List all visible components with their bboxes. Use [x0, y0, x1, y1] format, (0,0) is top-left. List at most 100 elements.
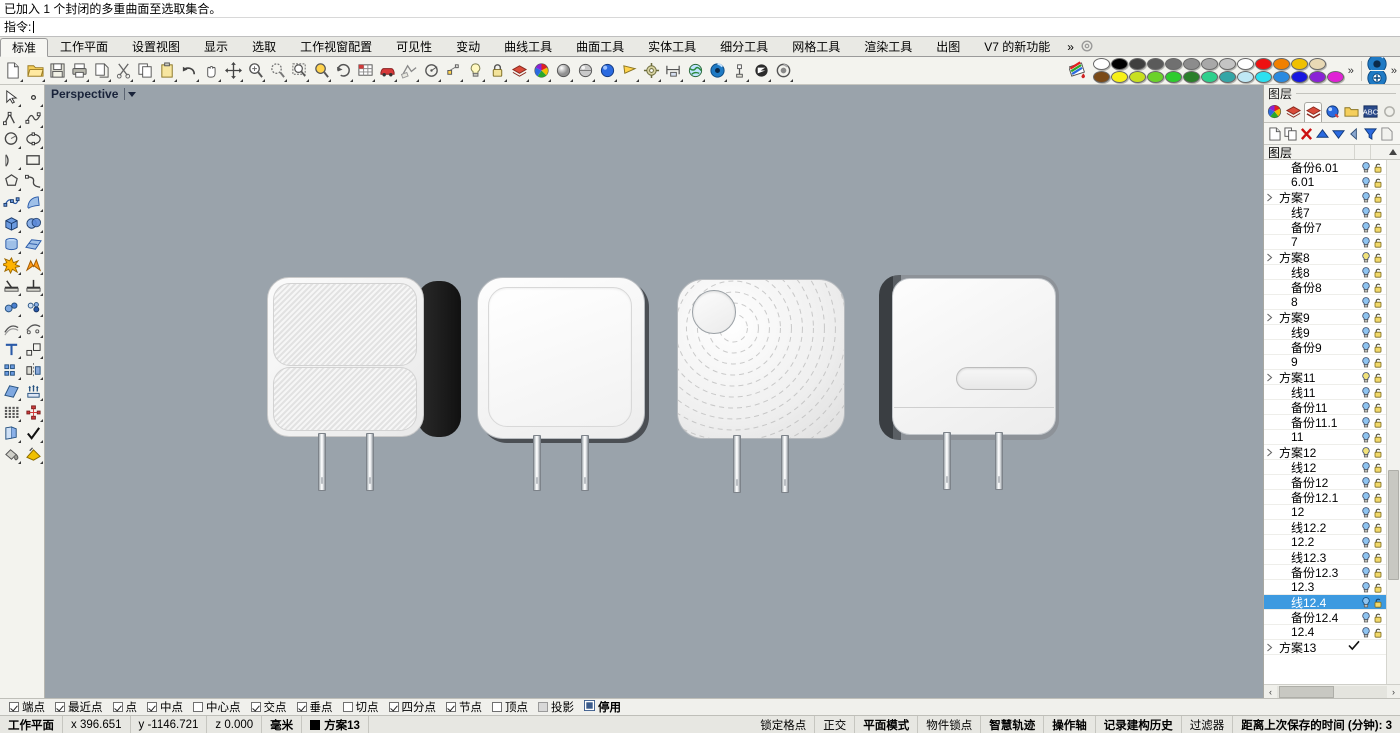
osnap-2[interactable]: 点: [108, 699, 143, 715]
color-swatch[interactable]: [1237, 58, 1254, 70]
save-icon[interactable]: [46, 59, 68, 83]
osnap-7[interactable]: 切点: [338, 699, 384, 715]
layer-lock-icon[interactable]: [1373, 342, 1382, 352]
render-toolbar-overflow-button[interactable]: »: [1391, 65, 1400, 77]
offset-surface-icon[interactable]: [22, 318, 44, 339]
layer-lock-icon[interactable]: [1373, 567, 1382, 577]
render-mode-icon[interactable]: [1365, 57, 1389, 70]
osnap-6[interactable]: 垂点: [292, 699, 338, 715]
extrude-icon[interactable]: [22, 381, 44, 402]
copy-to-clipboard-icon[interactable]: [90, 59, 112, 83]
color-wheel-icon[interactable]: [530, 59, 552, 83]
layer-lock-icon[interactable]: [1373, 582, 1382, 592]
layer-lock-icon[interactable]: [1373, 387, 1382, 397]
color-swatch[interactable]: [1201, 71, 1218, 83]
layer-lock-icon[interactable]: [1373, 552, 1382, 562]
palette-overflow-button[interactable]: »: [1346, 65, 1356, 77]
color-swatch[interactable]: [1327, 71, 1344, 83]
layer-visibility-bulb-icon[interactable]: [1361, 417, 1370, 428]
paint-bucket-icon[interactable]: [0, 444, 22, 465]
layer-visibility-bulb-icon[interactable]: [1361, 477, 1370, 488]
check-object-icon[interactable]: [22, 423, 44, 444]
cut-icon[interactable]: [112, 59, 134, 83]
layer-visibility-bulb-icon[interactable]: [1361, 387, 1370, 398]
layer-lock-icon[interactable]: [1373, 282, 1382, 292]
menu-tab-14[interactable]: 出图: [924, 37, 972, 56]
status-toggle-6[interactable]: 记录建构历史: [1096, 716, 1182, 733]
circle-center-icon[interactable]: [420, 59, 442, 83]
osnap-4[interactable]: 中心点: [188, 699, 246, 715]
zoom-selected-icon[interactable]: [310, 59, 332, 83]
menu-overflow-button[interactable]: »: [1062, 37, 1079, 56]
layer-visibility-bulb-icon[interactable]: [1361, 522, 1370, 533]
color-picker-icon[interactable]: [1067, 59, 1091, 83]
color-swatch[interactable]: [1291, 58, 1308, 70]
layer-lock-icon[interactable]: [1373, 432, 1382, 442]
color-swatch[interactable]: [1111, 71, 1128, 83]
layer-visibility-bulb-icon[interactable]: [1361, 612, 1370, 623]
layers-icon[interactable]: [508, 59, 530, 83]
layer-visibility-bulb-icon[interactable]: [1361, 402, 1370, 413]
osnap-0[interactable]: 端点: [4, 699, 50, 715]
osnap-checkbox[interactable]: [538, 702, 548, 712]
layer-row[interactable]: 备份12.4: [1264, 610, 1386, 625]
status-toggle-7[interactable]: 过滤器: [1182, 716, 1234, 733]
new-file-icon[interactable]: [2, 59, 24, 83]
charger-slot-detail[interactable]: [879, 275, 1059, 500]
color-swatch[interactable]: [1111, 58, 1128, 70]
fillet-icon[interactable]: [0, 297, 22, 318]
layer-visibility-bulb-icon[interactable]: [1361, 537, 1370, 548]
layer-visibility-bulb-icon[interactable]: [1361, 597, 1370, 608]
expand-chevron-icon[interactable]: [1264, 448, 1275, 457]
layer-visibility-bulb-icon[interactable]: [1361, 252, 1370, 263]
sketch-icon[interactable]: [398, 59, 420, 83]
array-icon[interactable]: [0, 360, 22, 381]
undo-icon[interactable]: [178, 59, 200, 83]
3d-scene[interactable]: [45, 85, 1263, 698]
menu-tab-6[interactable]: 可见性: [384, 37, 444, 56]
box-icon[interactable]: [0, 213, 22, 234]
layer-visibility-bulb-icon[interactable]: [1361, 492, 1370, 503]
menu-tab-13[interactable]: 渲染工具: [852, 37, 924, 56]
filter-icon[interactable]: [1363, 125, 1378, 143]
status-toggle-0[interactable]: 锁定格点: [752, 716, 815, 733]
layer-visibility-bulb-icon[interactable]: [1361, 372, 1370, 383]
light-bulb-icon[interactable]: [464, 59, 486, 83]
layers-list[interactable]: 备份6.016.01方案7线7备份77方案8线8备份88方案9线9备份99方案1…: [1264, 160, 1400, 684]
menu-tab-7[interactable]: 变动: [444, 37, 492, 56]
coordinate-z[interactable]: z 0.000: [207, 716, 262, 733]
flow-icon[interactable]: [750, 59, 772, 83]
color-swatch[interactable]: [1129, 58, 1146, 70]
panel-tab-properties[interactable]: [1266, 102, 1284, 122]
expand-chevron-icon[interactable]: [1264, 643, 1275, 652]
charger-rounded-white[interactable]: [477, 277, 645, 499]
layer-visibility-bulb-icon[interactable]: [1361, 507, 1370, 518]
rotate-view-icon[interactable]: [332, 59, 354, 83]
osnap-5[interactable]: 交点: [246, 699, 292, 715]
color-swatch[interactable]: [1093, 58, 1110, 70]
menu-tab-4[interactable]: 选取: [240, 37, 288, 56]
menu-tab-2[interactable]: 设置视图: [120, 37, 192, 56]
layer-lock-icon[interactable]: [1373, 192, 1382, 202]
gear-icon[interactable]: [1080, 39, 1096, 55]
layer-visibility-bulb-icon[interactable]: [1361, 342, 1370, 353]
layer-lock-icon[interactable]: [1373, 612, 1382, 622]
layer-row[interactable]: 备份12.3: [1264, 565, 1386, 580]
panel-tab-more[interactable]: [1380, 102, 1398, 122]
status-toggle-5[interactable]: 操作轴: [1044, 716, 1096, 733]
layer-visibility-bulb-icon[interactable]: [1361, 192, 1370, 203]
render-preview-icon[interactable]: [574, 59, 596, 83]
boolean-icon[interactable]: [22, 255, 44, 276]
layer-lock-icon[interactable]: [1373, 522, 1382, 532]
osnap-12[interactable]: 停用: [579, 699, 626, 715]
render-settings-icon[interactable]: [1365, 71, 1389, 84]
hscroll-right-arrow-icon[interactable]: ›: [1387, 685, 1400, 698]
shade-sphere-icon[interactable]: [552, 59, 574, 83]
color-swatch[interactable]: [1165, 58, 1182, 70]
color-swatch[interactable]: [1183, 71, 1200, 83]
layers-horizontal-scrollbar[interactable]: ‹ ›: [1264, 684, 1400, 698]
layer-lock-icon[interactable]: [1373, 222, 1382, 232]
layer-lock-icon[interactable]: [1373, 597, 1382, 607]
sphere-solid-icon[interactable]: [22, 213, 44, 234]
layer-lock-icon[interactable]: [1373, 207, 1382, 217]
